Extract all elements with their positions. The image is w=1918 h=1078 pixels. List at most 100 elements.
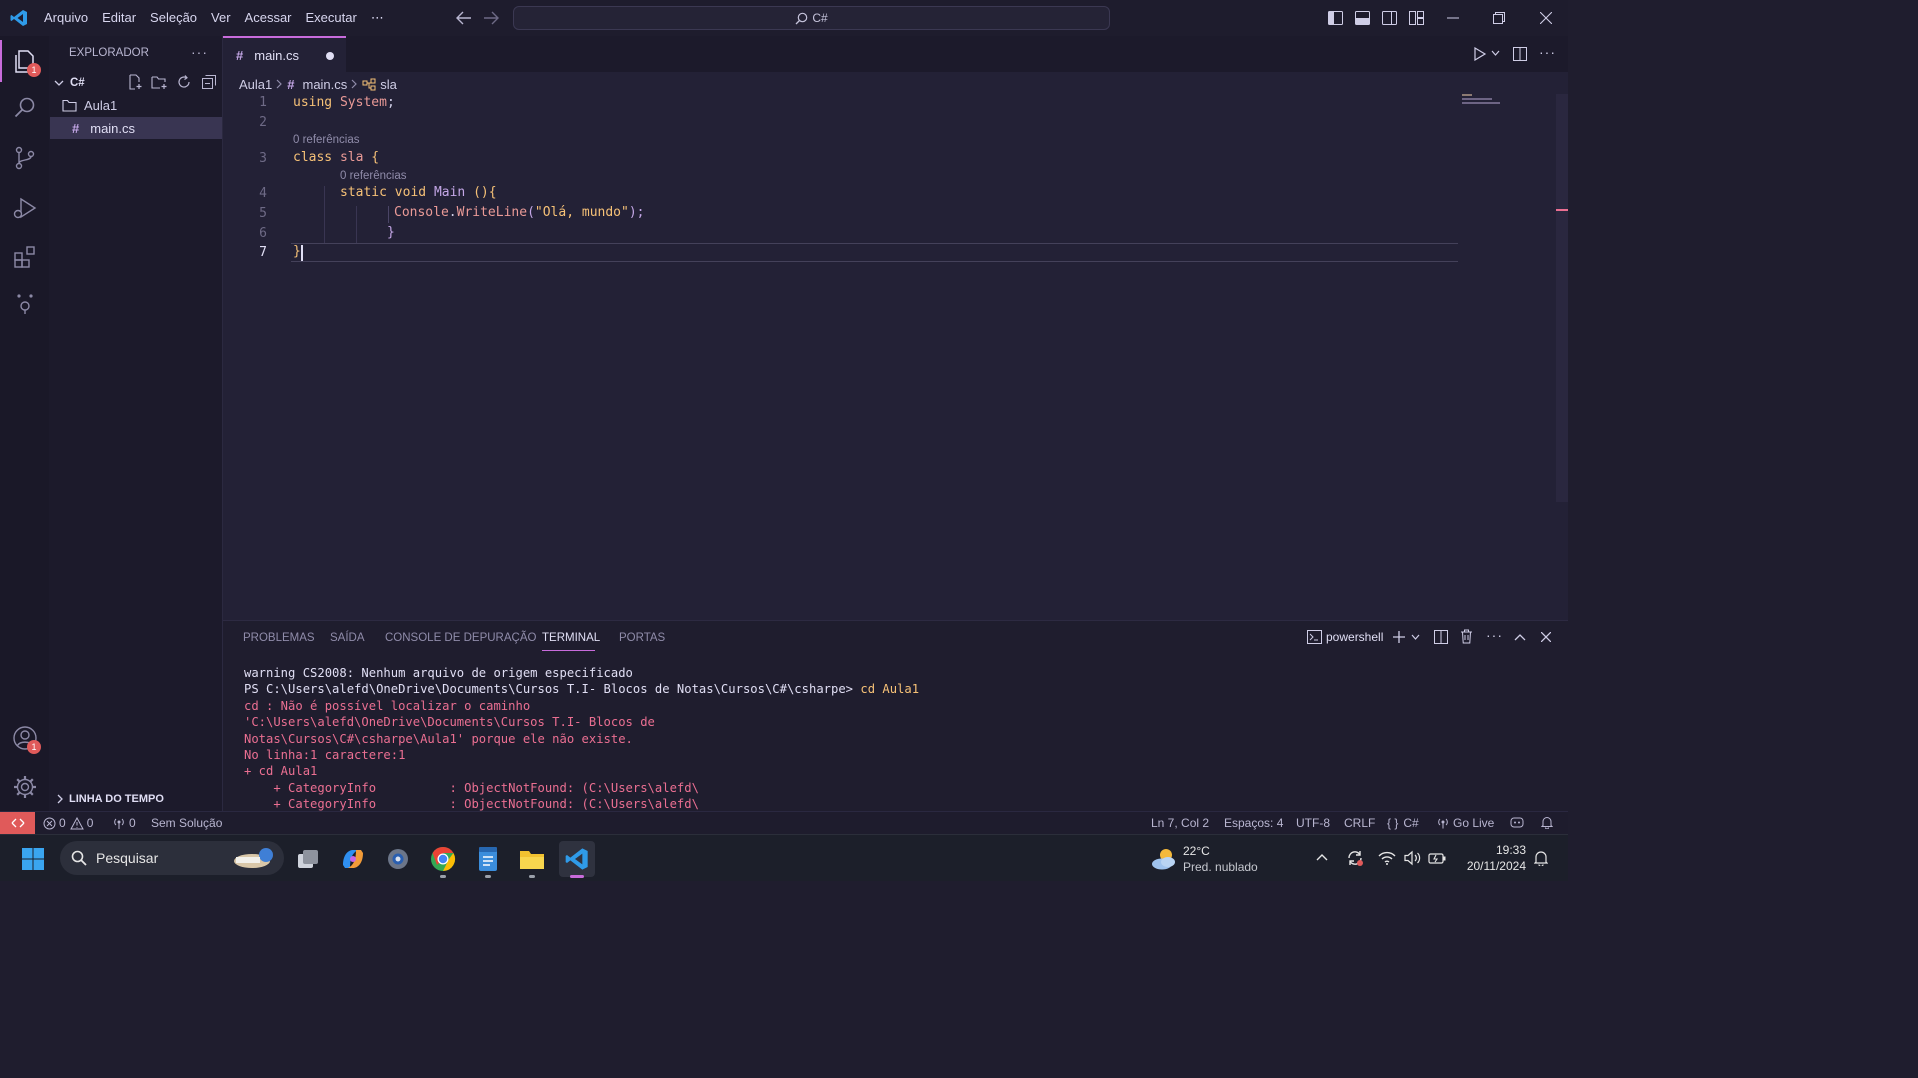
- vscode-taskbar-icon[interactable]: [559, 841, 595, 878]
- menu-ver[interactable]: Ver: [204, 10, 238, 26]
- settings-app-icon[interactable]: [380, 841, 416, 877]
- language-status[interactable]: { } C#: [1387, 816, 1419, 830]
- terminal-shell-selector[interactable]: powershell: [1307, 630, 1383, 644]
- split-editor-icon[interactable]: [1513, 47, 1527, 61]
- sidebar-more-button[interactable]: ···: [191, 44, 208, 60]
- terminal-output[interactable]: warning CS2008: Nenhum arquivo de origem…: [223, 665, 1568, 811]
- golive-button[interactable]: Go Live: [1437, 816, 1494, 830]
- line-number: 4: [259, 186, 267, 201]
- problems-summary[interactable]: 0 0: [43, 816, 93, 830]
- windows-start-icon[interactable]: [15, 841, 51, 877]
- search-highlight-icon: [232, 845, 278, 871]
- codelens-references[interactable]: 0 referências: [293, 134, 359, 146]
- editor-more-icon[interactable]: ···: [1539, 44, 1556, 60]
- tree-folder-aula1[interactable]: Aula1: [49, 94, 223, 116]
- maximize-panel-icon[interactable]: [1514, 633, 1526, 641]
- breadcrumb-file[interactable]: main.cs: [302, 77, 347, 92]
- battery-icon[interactable]: [1428, 851, 1446, 865]
- clock[interactable]: 19:33 20/11/2024: [1454, 842, 1526, 874]
- task-view-icon[interactable]: [290, 841, 326, 877]
- new-folder-icon[interactable]: [151, 74, 168, 90]
- weather-widget[interactable]: 22°C Pred. nublado: [1150, 843, 1258, 875]
- menu-more[interactable]: ⋯: [364, 10, 391, 26]
- panel-tab-ports[interactable]: PORTAS: [619, 632, 665, 644]
- terminal-prompt: PS C:\Users\alefd\OneDrive\Documents\Cur…: [244, 682, 861, 697]
- new-file-icon[interactable]: [127, 74, 143, 90]
- menu-editar[interactable]: Editar: [95, 10, 143, 26]
- windows-taskbar: Pesquisar 22°C Pred. nublado 19:33 20/11…: [0, 834, 1568, 881]
- code-token: (: [527, 205, 535, 220]
- forward-arrow-icon[interactable]: [483, 11, 499, 25]
- notifications-bell-icon[interactable]: [1534, 850, 1548, 866]
- solution-status[interactable]: Sem Solução: [151, 816, 222, 830]
- sync-icon[interactable]: [1346, 849, 1364, 867]
- extensions-icon[interactable]: [10, 242, 40, 272]
- run-icon[interactable]: [1473, 47, 1487, 61]
- panel-more-icon[interactable]: ···: [1486, 627, 1503, 643]
- golive-label: Go Live: [1453, 816, 1495, 830]
- taskbar-search[interactable]: Pesquisar: [60, 841, 284, 875]
- breadcrumb-symbol[interactable]: sla: [380, 77, 397, 92]
- editor-scrollbar[interactable]: [1556, 94, 1568, 502]
- settings-gear-icon[interactable]: [10, 772, 40, 802]
- restore-icon[interactable]: [1493, 12, 1505, 24]
- new-terminal-icon[interactable]: [1392, 630, 1406, 644]
- panel-tab-output[interactable]: SAÍDA: [330, 632, 365, 644]
- notepad-icon[interactable]: [470, 841, 506, 878]
- code-token: }: [293, 244, 301, 259]
- copilot-app-icon[interactable]: [335, 841, 371, 877]
- refresh-icon[interactable]: [176, 74, 192, 90]
- remote-indicator[interactable]: [0, 812, 35, 834]
- timeline-section[interactable]: LINHA DO TEMPO: [49, 788, 223, 810]
- back-arrow-icon[interactable]: [456, 11, 472, 25]
- wifi-icon[interactable]: [1378, 851, 1396, 865]
- menu-executar[interactable]: Executar: [299, 10, 364, 26]
- toggle-primary-sidebar-icon[interactable]: [1328, 11, 1343, 25]
- accounts-icon[interactable]: 1: [10, 723, 41, 754]
- panel-tab-debug-console[interactable]: CONSOLE DE DEPURAÇÃO: [385, 632, 536, 644]
- codelens-references[interactable]: 0 referências: [340, 170, 406, 182]
- unsaved-dot-icon[interactable]: [326, 52, 334, 60]
- close-window-icon[interactable]: [1540, 12, 1552, 24]
- collapse-all-icon[interactable]: [201, 74, 217, 90]
- terminal-dropdown-icon[interactable]: [1411, 634, 1420, 641]
- terminal-icon: [1307, 630, 1322, 644]
- tab-main-cs[interactable]: # main.cs: [223, 36, 346, 72]
- toggle-panel-icon[interactable]: [1355, 11, 1370, 25]
- code-editor[interactable]: 1 2 3 4 5 6 7 using System; 0 referência…: [223, 93, 1463, 273]
- split-terminal-icon[interactable]: [1434, 630, 1448, 644]
- menu-arquivo[interactable]: Arquivo: [37, 10, 95, 26]
- encoding-status[interactable]: UTF-8: [1296, 816, 1330, 830]
- eol-status[interactable]: CRLF: [1344, 816, 1375, 830]
- activity-bar: 1 1: [0, 36, 49, 811]
- live-share-icon[interactable]: [10, 288, 40, 318]
- notifications-bell-icon[interactable]: [1541, 816, 1553, 829]
- cursor-position[interactable]: Ln 7, Col 2: [1151, 816, 1209, 830]
- panel-tab-terminal[interactable]: TERMINAL: [542, 632, 600, 644]
- menu-selecao[interactable]: Seleção: [143, 10, 204, 26]
- close-panel-icon[interactable]: [1541, 632, 1551, 642]
- customize-layout-icon[interactable]: [1409, 11, 1424, 25]
- code-token: Console: [394, 205, 449, 220]
- source-control-icon[interactable]: [10, 143, 40, 173]
- volume-icon[interactable]: [1403, 850, 1421, 866]
- panel-tab-problems[interactable]: PROBLEMAS: [243, 632, 315, 644]
- breadcrumb-folder[interactable]: Aula1: [239, 77, 272, 92]
- search-view-icon[interactable]: [10, 93, 40, 123]
- copilot-icon[interactable]: [1510, 816, 1524, 829]
- run-dropdown-icon[interactable]: [1491, 50, 1500, 57]
- minimize-icon[interactable]: [1447, 17, 1459, 19]
- toggle-secondary-sidebar-icon[interactable]: [1382, 11, 1397, 25]
- minimap[interactable]: [1462, 94, 1502, 106]
- run-debug-icon[interactable]: [10, 193, 40, 223]
- menu-acessar[interactable]: Acessar: [238, 10, 299, 26]
- kill-terminal-icon[interactable]: [1460, 629, 1473, 644]
- command-center[interactable]: C#: [513, 6, 1110, 30]
- tree-file-main[interactable]: # main.cs: [50, 117, 222, 139]
- show-hidden-icons-chevron-icon[interactable]: [1316, 853, 1328, 861]
- indentation-status[interactable]: Espaços: 4: [1224, 816, 1283, 830]
- ports-status[interactable]: 0: [112, 816, 136, 830]
- file-explorer-icon[interactable]: [514, 841, 550, 878]
- chrome-icon[interactable]: [425, 841, 461, 878]
- explorer-icon[interactable]: 1: [10, 46, 41, 77]
